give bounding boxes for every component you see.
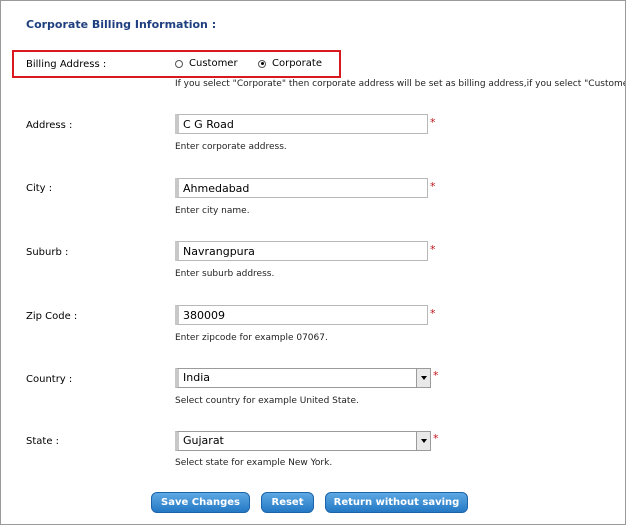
billing-address-label: Billing Address : [26, 59, 107, 70]
billing-form-panel: Corporate Billing Information : Billing … [0, 0, 626, 525]
country-select[interactable]: India [175, 368, 431, 388]
section-title: Corporate Billing Information : [26, 18, 217, 31]
state-label: State : [26, 436, 60, 447]
return-without-saving-button[interactable]: Return without saving [325, 492, 468, 513]
city-label: City : [26, 183, 53, 194]
state-hint: Select state for example New York. [175, 458, 333, 468]
address-hint: Enter corporate address. [175, 142, 287, 152]
state-select[interactable]: Gujarat [175, 431, 431, 451]
address-label: Address : [26, 120, 73, 131]
city-required-mark: * [430, 180, 436, 193]
save-changes-button[interactable]: Save Changes [151, 492, 250, 513]
country-required-mark: * [433, 369, 439, 382]
radio-customer[interactable]: Customer [175, 58, 238, 69]
radio-corporate-circle[interactable] [258, 59, 266, 68]
state-selected-value: Gujarat [183, 434, 224, 447]
billing-address-hint: If you select "Corporate" then corporate… [175, 79, 626, 89]
radio-corporate-label: Corporate [272, 58, 322, 69]
address-input[interactable]: C G Road [175, 114, 428, 134]
zip-label: Zip Code : [26, 311, 78, 322]
state-required-mark: * [433, 432, 439, 445]
suburb-hint: Enter suburb address. [175, 269, 275, 279]
reset-button[interactable]: Reset [261, 492, 314, 513]
country-hint: Select country for example United State. [175, 396, 359, 406]
address-required-mark: * [430, 116, 436, 129]
chevron-down-icon[interactable] [416, 369, 430, 387]
radio-customer-circle[interactable] [175, 59, 183, 68]
zip-hint: Enter zipcode for example 07067. [175, 333, 328, 343]
suburb-required-mark: * [430, 243, 436, 256]
radio-customer-label: Customer [189, 58, 238, 69]
zip-required-mark: * [430, 307, 436, 320]
city-input[interactable]: Ahmedabad [175, 178, 428, 198]
city-hint: Enter city name. [175, 206, 250, 216]
country-selected-value: India [183, 371, 210, 384]
country-label: Country : [26, 374, 73, 385]
suburb-input[interactable]: Navrangpura [175, 241, 428, 261]
suburb-label: Suburb : [26, 247, 69, 258]
radio-corporate[interactable]: Corporate [258, 58, 322, 69]
zip-input[interactable]: 380009 [175, 305, 428, 325]
chevron-down-icon[interactable] [416, 432, 430, 450]
